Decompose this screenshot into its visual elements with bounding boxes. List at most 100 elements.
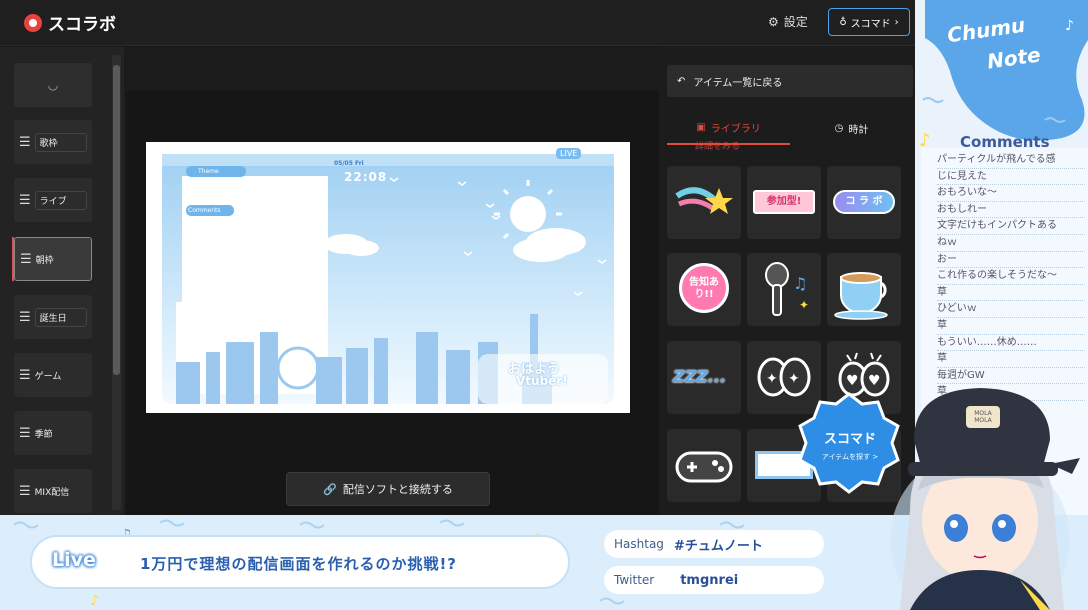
comment-item: ひどいｗ — [937, 301, 1085, 318]
svg-text:♫: ♫ — [793, 274, 807, 293]
svg-text:♪: ♪ — [919, 130, 931, 151]
settings-button[interactable]: ⚙ 設定 — [768, 13, 808, 30]
live-label: Live — [52, 549, 96, 571]
undo-icon: ↶ — [677, 75, 686, 87]
twitter-value: tmgnrei — [680, 572, 739, 588]
comment-item: じに見えた — [937, 169, 1085, 186]
drag-handle-icon[interactable]: ☰ — [19, 368, 31, 383]
sidebar-item-live[interactable]: ☰ ライブ — [14, 178, 92, 222]
app-logo[interactable]: スコラボ — [24, 10, 116, 35]
sidebar-item-label: 歌枠 — [34, 132, 87, 152]
gamepad-icon — [675, 451, 733, 483]
sidebar-item-mix[interactable]: ☰ MIX配信 — [14, 469, 92, 513]
twitter-box: Twitter tmgnrei — [604, 566, 824, 594]
chevron-right-icon: › — [894, 16, 899, 28]
item-collabo-sticker[interactable]: コ ラ ボ — [827, 166, 901, 239]
item-sanka-sticker[interactable]: 参加型! — [747, 166, 821, 239]
app-name: スコラボ — [48, 15, 116, 35]
scomado-icon: ♁ — [839, 16, 847, 28]
sidebar-item-label: ゲーム — [34, 371, 62, 382]
comment-item: おもしれー — [937, 202, 1085, 219]
sidebar-item-season[interactable]: ☰ 季節 — [14, 411, 92, 455]
sidebar-item-utawaku[interactable]: ☰ 歌枠 — [14, 120, 92, 164]
loading-spinner-icon: ◡ — [14, 63, 92, 107]
comment-item: これ作るの楽しそうだな〜 — [937, 268, 1085, 285]
zzz-label: ZZZ... — [673, 367, 727, 386]
drag-handle-icon[interactable]: ☰ — [19, 484, 31, 499]
item-kokuchi-sticker[interactable]: 告知あり!! — [667, 253, 741, 326]
clock-icon: ◷ — [834, 122, 844, 134]
image-icon: ▣ — [696, 121, 706, 133]
sidebar-item-birthday[interactable]: ☰ 誕生日 — [14, 295, 92, 339]
hashtag-value: #チュムノート — [673, 538, 763, 554]
overlay-preview[interactable]: Theme Comments 05/05 Fri 22:08 LIVE おはよう… — [146, 142, 630, 413]
back-to-items-button[interactable]: ↶ アイテム一覧に戻る — [667, 65, 913, 97]
svg-text:✦: ✦ — [766, 371, 778, 387]
drag-handle-icon[interactable]: ☰ — [19, 426, 31, 441]
drag-handle-icon[interactable]: ☰ — [19, 310, 31, 325]
tab-label: 時計 — [848, 124, 869, 136]
collabo-label: コ ラ ボ — [833, 190, 895, 214]
sidebar-item-label: 季節 — [34, 429, 53, 440]
stream-title-box: Live 1万円で理想の配信画面を作れるのか挑戦!? — [30, 535, 570, 589]
item-microphone[interactable]: ♫ ✦ — [747, 253, 821, 326]
theme-panel — [182, 176, 328, 306]
comments-list: パーティクルが飛んでる感 じに見えた おもろいな〜 おもしれー 文字だけもインパ… — [937, 152, 1085, 401]
comment-item: おもろいな〜 — [937, 185, 1085, 202]
kokuchi-label: 告知あり!! — [679, 263, 729, 313]
back-label: アイテム一覧に戻る — [693, 77, 783, 89]
comment-item: 文字だけもインパクトある — [937, 218, 1085, 235]
sidebar-item-label: ライブ — [34, 190, 87, 210]
tab-clock[interactable]: ◷ 時計 — [790, 111, 913, 145]
comments-title: Comments — [960, 133, 1050, 151]
vtuber-text: Vtuber! — [516, 374, 568, 388]
scomado-button[interactable]: ♁ スコマド › — [828, 8, 910, 36]
connect-label: 配信ソフトと接続する — [342, 483, 453, 496]
item-gamepad[interactable] — [667, 429, 741, 502]
top-bar: スコラボ ⚙ 設定 ♁ スコマド › — [0, 0, 915, 46]
svg-text:♥: ♥ — [846, 373, 859, 389]
comment-item: もういい……休め…… — [937, 335, 1085, 352]
vtuber-avatar: MOLA MOLA — [870, 380, 1088, 610]
drag-handle-icon[interactable]: ☰ — [20, 252, 32, 267]
detail-hint[interactable]: 詳細をみる — [695, 139, 740, 152]
sanka-label: 参加型! — [753, 190, 815, 214]
stream-screen: スコラボ ⚙ 設定 ♁ スコマド › ◡ ☰ 歌枠 ☰ ライブ ☰ 朝枠 ☰ 誕生日 ☰… — [0, 0, 1088, 610]
svg-text:♪: ♪ — [90, 593, 99, 609]
settings-label: 設定 — [783, 15, 808, 29]
comment-item: 草 — [937, 351, 1085, 368]
comment-item: おー — [937, 252, 1085, 269]
comment-item: 草 — [937, 285, 1085, 302]
connect-streaming-software-button[interactable]: 🔗 配信ソフトと接続する — [286, 472, 490, 506]
link-icon: 🔗 — [323, 482, 337, 496]
comment-item: ねｗ — [937, 235, 1085, 252]
shooting-star-icon — [675, 187, 733, 214]
sidebar-scrollbar[interactable] — [112, 55, 121, 510]
item-zzz[interactable]: ZZZ... — [667, 341, 741, 414]
category-sidebar: ◡ ☰ 歌枠 ☰ ライブ ☰ 朝枠 ☰ 誕生日 ☰ ゲーム ☰ 季節 ☰ MIX配信 — [0, 47, 124, 515]
twitter-label: Twitter — [614, 573, 655, 587]
comment-item: 草 — [937, 318, 1085, 335]
logo-icon — [24, 13, 42, 32]
svg-text:✦: ✦ — [799, 298, 809, 312]
comment-item: パーティクルが飛んでる感 — [937, 152, 1085, 169]
live-badge: LIVE — [556, 148, 582, 159]
tab-label: ライブラリ — [710, 123, 761, 135]
sidebar-item-asawaku[interactable]: ☰ 朝枠 — [14, 237, 92, 281]
svg-text:♪: ♪ — [1065, 18, 1074, 34]
sidebar-item-label: 誕生日 — [34, 307, 87, 327]
sidebar-item-game[interactable]: ☰ ゲーム — [14, 353, 92, 397]
cap-text: MOLA MOLA — [974, 410, 992, 424]
hashtag-label: Hashtag — [614, 537, 664, 551]
scrollbar-thumb[interactable] — [113, 65, 120, 375]
theme-label: Theme — [198, 168, 219, 175]
item-shooting-star[interactable] — [667, 166, 741, 239]
tea-cup-icon — [834, 272, 888, 320]
drag-handle-icon[interactable]: ☰ — [19, 135, 31, 150]
sidebar-item-label: MIX配信 — [34, 487, 70, 498]
item-tea-cup[interactable] — [827, 253, 901, 326]
drag-handle-icon[interactable]: ☰ — [19, 193, 31, 208]
gear-icon: ⚙ — [768, 14, 779, 29]
microphone-icon: ♫✦ — [765, 262, 809, 316]
app-window: スコラボ ⚙ 設定 ♁ スコマド › ◡ ☰ 歌枠 ☰ ライブ ☰ 朝枠 ☰ 誕生日 ☰… — [0, 0, 915, 515]
